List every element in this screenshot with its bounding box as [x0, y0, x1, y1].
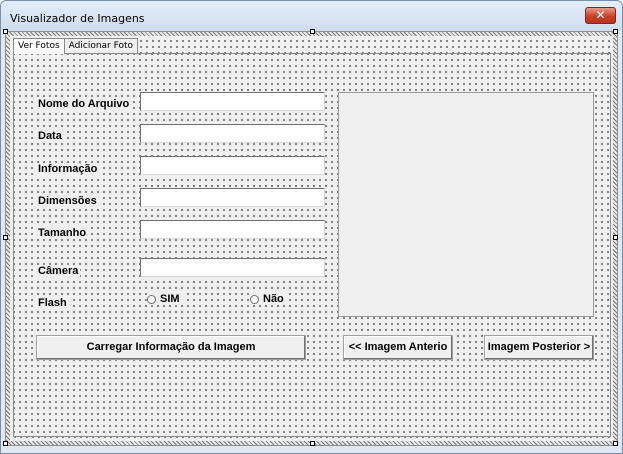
- flash-nao-radio[interactable]: Não: [250, 293, 287, 305]
- multipage-tabs: Ver Fotos Adicionar Foto: [13, 38, 139, 54]
- close-button[interactable]: ✕: [585, 7, 616, 24]
- dimensoes-label: Dimensões: [36, 195, 99, 207]
- camera-label: Câmera: [36, 265, 81, 277]
- radio-circle-icon: [250, 294, 259, 304]
- tamanho-label: Tamanho: [36, 227, 89, 239]
- imagem-anterior-button[interactable]: << Imagem Anterio: [343, 335, 453, 360]
- radio-circle-icon: [147, 294, 156, 304]
- flash-label: Flash: [36, 297, 69, 309]
- tab-ver-fotos[interactable]: Ver Fotos: [13, 38, 65, 54]
- data-field[interactable]: [140, 124, 325, 143]
- resize-handle[interactable]: [613, 235, 618, 240]
- resize-handle[interactable]: [310, 441, 315, 446]
- flash-sim-label: SIM: [160, 293, 180, 305]
- resize-handle[interactable]: [3, 235, 8, 240]
- carregar-informacao-button[interactable]: Carregar Informação da Imagem: [36, 335, 306, 360]
- window-title: Visualizador de Imagens: [10, 12, 145, 25]
- informacao-field[interactable]: [140, 156, 325, 175]
- flash-nao-label: Não: [263, 293, 284, 305]
- resize-handle[interactable]: [310, 29, 315, 34]
- camera-field[interactable]: [140, 258, 325, 277]
- title-bar: Visualizador de Imagens ✕: [1, 1, 622, 31]
- nome-arquivo-field[interactable]: [140, 92, 325, 111]
- resize-handle[interactable]: [613, 441, 618, 446]
- informacao-label: Informação: [36, 163, 100, 175]
- data-label: Data: [36, 130, 64, 142]
- dimensoes-field[interactable]: [140, 188, 325, 207]
- resize-handle[interactable]: [3, 29, 8, 34]
- flash-sim-radio[interactable]: SIM: [147, 293, 183, 305]
- tab-adicionar-foto[interactable]: Adicionar Foto: [63, 38, 139, 53]
- resize-handle[interactable]: [3, 441, 8, 446]
- tamanho-field[interactable]: [140, 220, 325, 239]
- resize-handle[interactable]: [613, 29, 618, 34]
- imagem-posterior-button[interactable]: Imagem Posterior >: [484, 335, 594, 360]
- image-preview: [338, 92, 594, 317]
- nome-arquivo-label: Nome do Arquivo: [36, 98, 132, 110]
